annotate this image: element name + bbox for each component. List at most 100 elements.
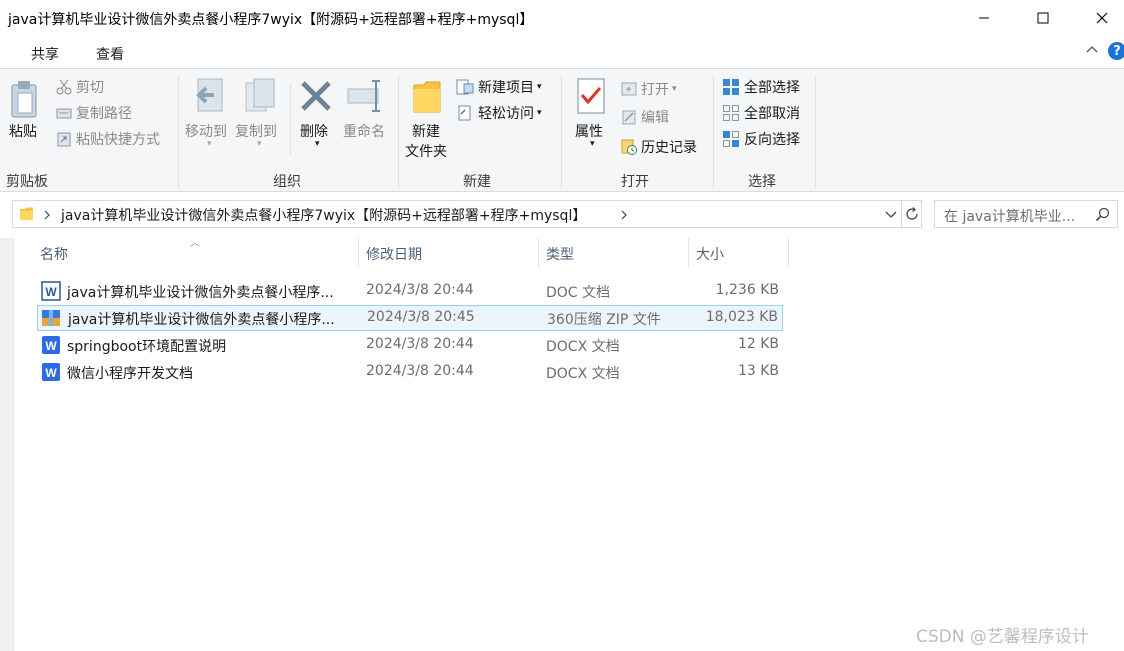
address-path[interactable]: java计算机毕业设计微信外卖点餐小程序7wyix【附源码+远程部署+程序+my… [61,205,586,225]
chevron-down-icon[interactable] [884,209,898,221]
new-item-button[interactable]: 新建项目 ▾ [456,77,542,97]
delete-button[interactable]: 删除 [300,121,328,141]
scissors-icon [56,79,72,95]
copy-path-label: 复制路径 [76,106,132,122]
folder-icon [20,207,33,220]
paste-shortcut-icon [57,132,71,147]
group-divider [713,75,714,189]
edit-label: 编辑 [641,110,669,126]
paste-icon [11,81,37,118]
word-docx-icon: W [42,336,60,354]
svg-text:W: W [45,366,57,380]
ribbon-tabs: 共享 查看 [0,36,1124,68]
column-divider[interactable] [788,238,789,268]
file-size: 1,236 KB [715,282,779,298]
cut-label: 剪切 [76,80,104,96]
column-header-name[interactable]: 名称 [40,244,68,264]
new-folder-icon [413,81,441,113]
tab-view[interactable]: 查看 [96,44,124,64]
properties-button[interactable]: 属性 [575,121,603,141]
table-row[interactable]: W java计算机毕业设计微信外卖点餐小程序... 2024/3/8 20:44… [37,278,783,304]
file-type: DOCX 文档 [546,339,620,355]
minimize-icon [979,17,989,19]
search-placeholder: 在 java计算机毕业... [944,209,1076,225]
file-name: java计算机毕业设计微信外卖点餐小程序... [68,312,335,328]
file-type: DOC 文档 [546,285,611,301]
group-divider [815,75,816,189]
rename-button[interactable]: 重命名 [343,121,385,141]
organize-divider [290,83,291,155]
move-to-caret: ▾ [207,139,212,149]
copy-path-icon [56,108,72,119]
file-date: 2024/3/8 20:45 [367,309,475,325]
organize-group-label: 组织 [273,174,301,190]
copy-to-button[interactable]: 复制到 [235,121,277,141]
rename-icon [347,80,380,112]
title-bar: java计算机毕业设计微信外卖点餐小程序7wyix【附源码+远程部署+程序+my… [0,0,1124,36]
clipboard-group-label: 剪贴板 [6,174,48,190]
word-docx-icon: W [42,363,60,381]
copy-path-button[interactable]: 复制路径 [56,103,132,123]
select-none-label: 全部取消 [744,106,800,122]
delete-caret: ▾ [315,139,320,149]
invert-selection-icon [723,131,739,147]
file-size: 12 KB [737,336,779,352]
chevron-right-icon[interactable] [42,209,52,221]
edit-icon [622,110,636,125]
column-header-size[interactable]: 大小 [696,244,724,264]
move-to-button[interactable]: 移动到 [185,121,227,141]
refresh-icon[interactable] [904,206,920,222]
select-none-button[interactable]: 全部取消 [722,103,800,123]
sort-ascending-icon: ︿ [190,238,200,249]
address-bar[interactable]: java计算机毕业设计微信外卖点餐小程序7wyix【附源码+远程部署+程序+my… [12,200,922,228]
new-folder-button[interactable]: 新建 [412,121,440,141]
close-icon [1096,12,1108,24]
chevron-right-icon[interactable] [619,209,629,221]
column-divider[interactable] [538,238,539,268]
chevron-up-icon[interactable] [1085,43,1099,57]
select-none-icon [723,105,739,121]
easy-access-button[interactable]: 轻松访问 ▾ [456,103,542,123]
group-divider [561,75,562,189]
ribbon: 粘贴 剪切 复制路径 粘贴快捷方式 剪贴板 移动到 ▾ 复制到 ▾ 删除 ▾ 重… [0,68,1124,192]
paste-shortcut-button[interactable]: 粘贴快捷方式 [56,129,160,149]
file-name: 微信小程序开发文档 [67,366,193,382]
paste-button[interactable]: 粘贴 [9,121,37,141]
properties-icon [577,78,605,114]
navigation-pane[interactable] [0,238,14,651]
minimize-button[interactable] [956,0,1012,36]
window-title: java计算机毕业设计微信外卖点餐小程序7wyix【附源码+远程部署+程序+my… [8,12,534,28]
open-group-label: 打开 [621,174,649,190]
svg-text:W: W [45,339,57,353]
copy-to-caret: ▾ [257,139,262,149]
column-header-type[interactable]: 类型 [546,244,574,264]
column-divider[interactable] [688,238,689,268]
tab-share[interactable]: 共享 [31,44,59,64]
search-input[interactable]: 在 java计算机毕业... [934,200,1118,228]
easy-access-icon [458,105,471,121]
edit-button[interactable]: 编辑 [621,107,669,127]
history-icon [621,139,637,155]
search-icon[interactable] [1095,207,1111,223]
table-row[interactable]: W springboot环境配置说明 2024/3/8 20:44 DOCX 文… [37,332,783,358]
open-button[interactable]: 打开 ▾ [621,79,677,99]
help-icon[interactable]: ? [1108,42,1124,60]
column-divider[interactable] [358,238,359,268]
easy-access-label: 轻松访问 [478,106,534,122]
properties-caret: ▾ [590,139,595,149]
table-row[interactable]: java计算机毕业设计微信外卖点餐小程序... 2024/3/8 20:45 3… [37,305,783,331]
group-divider [398,75,399,189]
easy-access-caret: ▾ [537,108,542,118]
cut-button[interactable]: 剪切 [56,77,104,97]
maximize-button[interactable] [1015,0,1071,36]
file-date: 2024/3/8 20:44 [366,336,474,352]
history-button[interactable]: 历史记录 [621,137,697,157]
table-row[interactable]: W 微信小程序开发文档 2024/3/8 20:44 DOCX 文档 13 KB [37,359,783,385]
file-name: java计算机毕业设计微信外卖点餐小程序... [67,285,334,301]
copy-to-icon [245,78,275,112]
select-all-button[interactable]: 全部选择 [722,77,800,97]
invert-selection-button[interactable]: 反向选择 [722,129,800,149]
column-header-date[interactable]: 修改日期 [366,244,422,264]
close-button[interactable] [1074,0,1124,36]
new-group-label: 新建 [463,174,491,190]
